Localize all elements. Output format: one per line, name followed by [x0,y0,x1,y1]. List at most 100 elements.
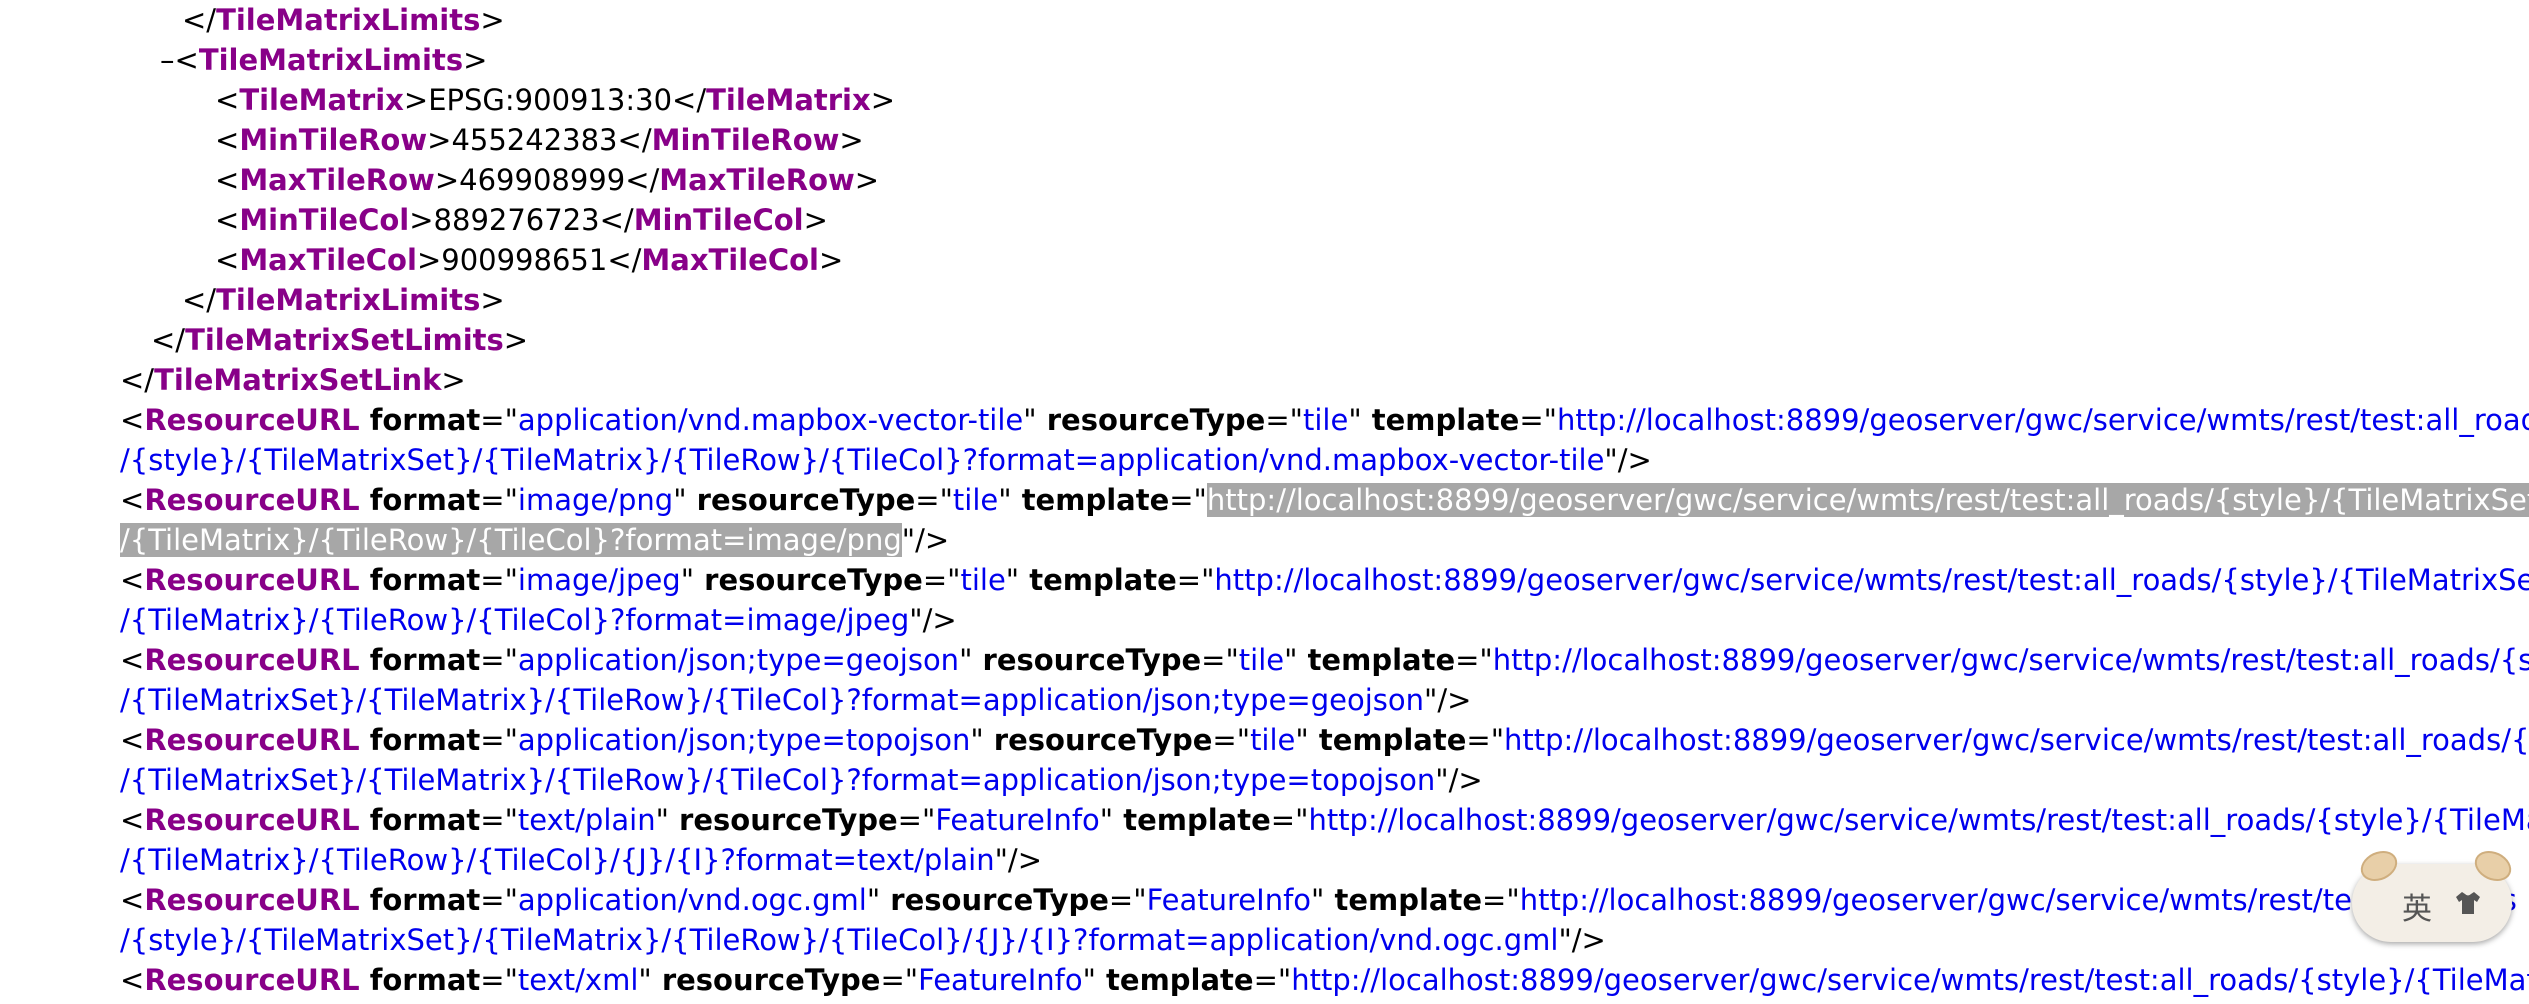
xml-punctuation: > [480,3,505,37]
xml-attribute-value: http://localhost:8899/geoserver/gwc/serv… [1492,643,2529,677]
xml-line: <ResourceURL format="application/vnd.ogc… [120,880,2517,920]
xml-line: <TileMatrix>EPSG:900913:30</TileMatrix> [215,80,895,120]
xml-line: <MinTileCol>889276723</MinTileCol> [215,200,828,240]
xml-attribute-value: tile [1250,723,1296,757]
xml-tag-name: TileMatrixLimits [198,43,464,77]
xml-attribute-value: FeatureInfo [935,803,1100,837]
xml-attribute-value: FeatureInfo [1146,883,1312,917]
xml-attribute-value: text/plain [517,803,656,837]
xml-attribute-name: format [359,403,481,437]
xml-attribute-name: resourceType [880,883,1109,917]
xml-attribute-value: FeatureInfo [918,963,1083,997]
xml-punctuation: </ [625,163,660,197]
xml-tag-name: MaxTileCol [641,243,820,277]
xml-punctuation: </ [672,83,707,117]
xml-tag-name: ResourceURL [144,803,360,837]
xml-attribute-name: format [359,803,481,837]
xml-line: –<TileMatrixLimits> [160,40,487,80]
xml-punctuation: =" [1201,643,1239,677]
collapse-toggle[interactable]: – [160,43,175,77]
xml-attribute-value: image/jpeg [517,563,681,597]
xml-punctuation: > [870,83,896,117]
xml-attribute-value: tile [960,563,1006,597]
xml-punctuation: =" [1265,403,1303,437]
xml-tag-name: TileMatrixLimits [216,3,481,37]
xml-punctuation: =" [1466,723,1505,757]
xml-tag-name: TileMatrix [706,83,871,117]
xml-line: /{TileMatrix}/{TileRow}/{TileCol}/{J}/{I… [120,840,1042,880]
xml-punctuation: "/> [1435,763,1483,797]
xml-attribute-name: resourceType [972,643,1202,677]
xml-tag-name: MaxTileRow [239,163,435,197]
xml-attribute-value: image/png [517,483,674,517]
xml-line: <ResourceURL format="image/png" resource… [120,480,2529,520]
xml-line: /{TileMatrix}/{TileRow}/{TileCol}?format… [120,600,957,640]
xml-punctuation: "/> [1424,683,1472,717]
xml-attribute-name: resourceType [983,723,1213,757]
xml-punctuation: " [1023,403,1037,437]
xml-punctuation: =" [1455,643,1493,677]
xml-line: <ResourceURL format="text/plain" resourc… [120,800,2529,840]
xml-tag-name: ResourceURL [144,883,360,917]
xml-punctuation: "/> [901,523,950,557]
selected-text[interactable]: /{TileMatrix}/{TileRow}/{TileCol}?format… [120,523,902,557]
xml-punctuation: </ [182,283,217,317]
xml-attribute-name: template [1324,883,1483,917]
xml-punctuation: </ [599,203,634,237]
xml-attribute-value: application/vnd.ogc.gml [517,883,867,917]
xml-punctuation: =" [1108,883,1147,917]
xml-tag-name: ResourceURL [144,723,360,757]
xml-punctuation: " [1099,803,1114,837]
xml-punctuation: =" [480,643,518,677]
xml-document-view: </TileMatrixLimits> –<TileMatrixLimits> <T… [0,0,2529,1004]
xml-attribute-name: template [1361,403,1520,437]
xml-attribute-name: template [1297,643,1456,677]
xml-punctuation: " [680,563,695,597]
xml-punctuation: " [673,483,687,517]
xml-attribute-name: template [1019,563,1177,597]
xml-punctuation: < [120,963,145,997]
xml-attribute-name: resourceType [694,563,923,597]
xml-tag-name: MinTileRow [239,123,428,157]
xml-attribute-value: http://localhost:8899/geoserver/gwc/serv… [1291,963,2529,997]
xml-attribute-value: tile [1303,403,1349,437]
xml-punctuation: =" [922,563,961,597]
xml-attribute-name: format [359,483,481,517]
xml-tag-name: TileMatrix [239,83,404,117]
xml-text-content: 469908999 [459,163,626,197]
xml-punctuation: " [998,483,1012,517]
xml-text-content: 455242383 [451,123,618,157]
ime-toolbar[interactable]: 英 [2352,845,2517,942]
xml-line: <ResourceURL format="application/json;ty… [120,640,2529,680]
xml-punctuation: "/> [909,603,957,637]
xml-line: <ResourceURL format="application/json;ty… [120,720,2529,760]
xml-punctuation: " [970,723,984,757]
xml-punctuation: > [839,123,864,157]
xml-punctuation: < [215,163,240,197]
xml-punctuation: " [1295,723,1309,757]
xml-attribute-name: resourceType [668,803,898,837]
xml-punctuation: > [403,83,429,117]
ime-language-toggle[interactable]: 英 [2402,884,2432,928]
xml-punctuation: < [120,563,145,597]
xml-punctuation: " [655,803,669,837]
xml-attribute-value: /{style}/{TileMatrixSet}/{TileMatrix}/{T… [120,443,1605,477]
xml-punctuation: " [638,963,652,997]
shirt-icon[interactable] [2454,890,2482,920]
xml-attribute-value: application/json;type=topojson [517,723,971,757]
xml-punctuation: < [215,203,240,237]
xml-punctuation: </ [182,3,217,37]
xml-punctuation: < [120,403,145,437]
xml-punctuation: </ [151,323,186,357]
xml-punctuation: " [1311,883,1325,917]
xml-line: /{TileMatrix}/{TileRow}/{TileCol}?format… [120,520,949,560]
xml-attribute-value: /{TileMatrix}/{TileRow}/{TileCol}/{J}/{I… [120,843,995,877]
xml-attribute-name: template [1095,963,1254,997]
xml-punctuation: </ [607,243,642,277]
xml-attribute-value: /{TileMatrixSet}/{TileMatrix}/{TileRow}/… [120,683,1424,717]
xml-punctuation: > [409,203,434,237]
xml-punctuation: < [120,643,145,677]
selected-text[interactable]: http://localhost:8899/geoserver/gwc/serv… [1206,483,2529,517]
xml-line: </TileMatrixSetLink> [120,360,466,400]
xml-punctuation: < [120,483,145,517]
